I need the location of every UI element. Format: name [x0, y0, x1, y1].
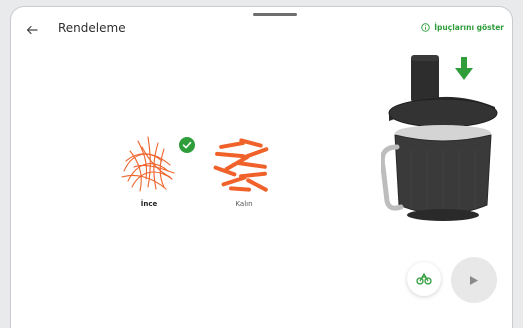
show-tips-button[interactable]: İpuçlarını göster: [421, 23, 504, 32]
play-icon: [470, 275, 478, 285]
grab-handle[interactable]: [253, 13, 297, 16]
selected-check-badge: [179, 137, 195, 157]
blade-attachment-icon: [416, 273, 432, 285]
back-button[interactable]: [21, 19, 43, 41]
grater-attachment-image: [381, 55, 498, 221]
show-tips-label: İpuçlarını göster: [434, 23, 504, 32]
thin-grated-carrot-icon: [121, 136, 175, 192]
arrow-down-icon: [455, 57, 473, 80]
option-thin-label: İnce: [140, 200, 158, 208]
page-title: Rendeleme: [58, 21, 126, 35]
option-thick[interactable]: Kalın: [207, 137, 281, 208]
play-button[interactable]: [451, 257, 497, 303]
back-arrow-icon: [26, 25, 38, 35]
option-thin[interactable]: İnce: [113, 131, 185, 208]
app-screen: Rendeleme İpuçlarını göster İnce Kalın: [10, 6, 513, 328]
thick-grated-carrot-icon: [213, 138, 269, 192]
blade-attachment-button[interactable]: [407, 262, 441, 296]
option-thick-label: Kalın: [235, 200, 253, 208]
check-icon: [179, 137, 195, 153]
info-circle-icon: [421, 23, 430, 32]
